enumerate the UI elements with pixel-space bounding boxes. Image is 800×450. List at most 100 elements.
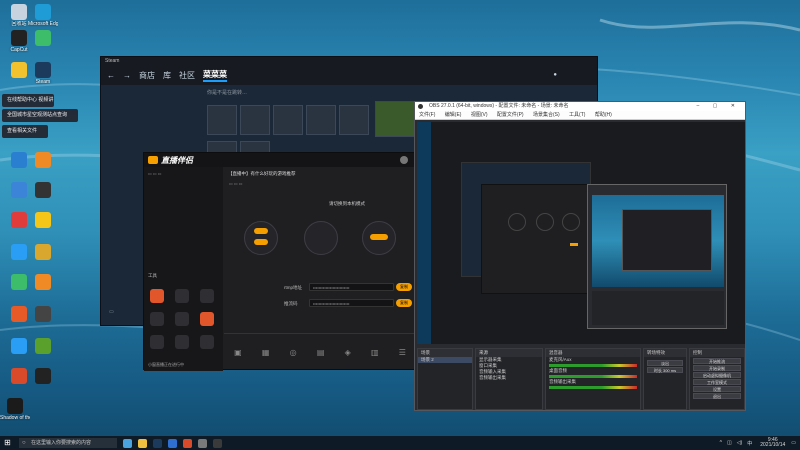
inventory-slot[interactable] xyxy=(240,105,270,135)
toolbar-icon[interactable]: ◈ xyxy=(345,348,351,357)
mixer-meter[interactable] xyxy=(549,386,637,389)
mixer-meter[interactable] xyxy=(549,364,637,367)
toolbar-icon[interactable]: ▣ xyxy=(234,348,242,357)
taskbar-app-icon[interactable] xyxy=(138,438,147,448)
inventory-slot[interactable] xyxy=(306,105,336,135)
steam-back-icon[interactable]: ← xyxy=(107,71,115,80)
menu-view[interactable]: 视图(V) xyxy=(471,112,488,118)
app-icon xyxy=(35,244,51,260)
menu-tools[interactable]: 工具(T) xyxy=(569,112,585,118)
tray-arrow-icon[interactable]: ^ xyxy=(720,440,722,446)
transition-duration[interactable]: 时长 300 ms xyxy=(647,367,683,373)
steam-tab-community[interactable]: 社区 xyxy=(179,70,195,81)
obs-window[interactable]: OBS 27.0.1 (64-bit, windows) - 配置文件: 未命名… xyxy=(414,101,746,411)
steam-forward-icon[interactable]: → xyxy=(123,71,131,80)
toolbar-icon[interactable]: ▦ xyxy=(262,348,270,357)
copy-key-button[interactable]: 复制 xyxy=(396,299,412,307)
start-streaming-button[interactable]: 开始推流 xyxy=(693,358,741,364)
obs-titlebar[interactable]: OBS 27.0.1 (64-bit, windows) - 配置文件: 未命名… xyxy=(415,102,745,111)
live-room-title[interactable]: 【直播中】有什么好玩的游戏推荐 xyxy=(228,171,408,177)
live-app-window[interactable]: 直播伴侣 ▭ ▭ ▭ 工具 小窗直播正在进行中 【直播中】有什么好玩的游戏推荐 … xyxy=(143,152,416,371)
tool-tile[interactable] xyxy=(200,289,214,303)
live-sidebar-tabs[interactable]: ▭ ▭ ▭ xyxy=(148,171,162,176)
live-app-header[interactable]: 直播伴侣 xyxy=(144,153,414,167)
toolbar-icon[interactable]: ◎ xyxy=(290,348,297,357)
clock[interactable]: 9:46 2021/10/14 xyxy=(760,438,785,448)
steam-tab-library[interactable]: 库 xyxy=(163,70,171,81)
app-icon xyxy=(35,368,51,384)
steam-tab-store[interactable]: 商店 xyxy=(139,70,155,81)
desktop-note-3[interactable]: 查看相关文件 xyxy=(2,125,48,138)
step-3-pill[interactable] xyxy=(370,234,388,240)
desktop-icon[interactable] xyxy=(28,152,58,169)
taskbar-app-icon[interactable] xyxy=(168,438,177,448)
tool-tile[interactable] xyxy=(175,289,189,303)
tool-tile[interactable] xyxy=(150,289,164,303)
menu-help[interactable]: 帮助(H) xyxy=(595,112,612,118)
menu-file[interactable]: 文件(F) xyxy=(419,112,435,118)
notification-icon[interactable]: ▭ xyxy=(791,440,796,446)
virtual-camera-button[interactable]: 启动虚拟摄像机 xyxy=(693,372,741,378)
transition-select[interactable]: 淡出 xyxy=(647,360,683,366)
steam-tab-user[interactable]: 菜菜菜 xyxy=(203,69,227,82)
taskbar-app-icon[interactable] xyxy=(213,438,222,448)
studio-mode-button[interactable]: 工作室模式 xyxy=(693,379,741,385)
mixer-meter[interactable] xyxy=(549,375,637,378)
desktop-icon[interactable]: Microsoft Edge xyxy=(28,4,58,27)
tool-tile[interactable] xyxy=(175,312,189,326)
step-1-pill[interactable] xyxy=(254,228,268,234)
taskbar-app-icon[interactable] xyxy=(123,438,132,448)
desktop-note-1[interactable]: 在线帮助中心 视频讲解 xyxy=(2,94,54,116)
copy-url-button[interactable]: 复制 xyxy=(396,283,412,291)
tool-tile[interactable] xyxy=(150,335,164,349)
obs-window-controls[interactable]: – ▢ ✕ xyxy=(697,102,741,111)
tool-tile[interactable] xyxy=(150,312,164,326)
volume-icon[interactable]: ◁) xyxy=(737,440,743,446)
tool-tile[interactable] xyxy=(175,335,189,349)
inventory-slot[interactable] xyxy=(207,105,237,135)
desktop-icon[interactable] xyxy=(28,338,58,355)
taskbar-app-icon[interactable] xyxy=(183,438,192,448)
taskbar-search[interactable]: ○ 在这里输入你要搜索的内容 xyxy=(19,438,117,448)
desktop-icon[interactable]: Steam xyxy=(28,62,58,85)
scene-item[interactable]: 场景 2 xyxy=(418,357,472,363)
desktop-icon[interactable] xyxy=(28,30,58,47)
desktop-icon[interactable] xyxy=(28,212,58,229)
desktop-icon[interactable] xyxy=(28,182,58,199)
exit-button[interactable]: 退出 xyxy=(693,393,741,399)
network-icon[interactable]: ◫ xyxy=(727,440,732,446)
toolbar-icon[interactable]: ▥ xyxy=(371,348,379,357)
desktop-icon[interactable] xyxy=(28,274,58,291)
menu-scene-collection[interactable]: 场景集合(S) xyxy=(533,112,560,118)
desktop-icon[interactable]: Shadow of the Tomb xyxy=(0,398,30,421)
mixer-channel: 音频输出采集 xyxy=(549,379,576,384)
taskbar-app-icon[interactable] xyxy=(153,438,162,448)
input-language[interactable]: 中 xyxy=(747,440,752,447)
source-item[interactable]: 音频输出采集 xyxy=(476,375,542,381)
stream-url-field[interactable]: •••••••••••••••••••••••••• xyxy=(309,283,394,291)
menu-profile[interactable]: 配置文件(P) xyxy=(497,112,524,118)
steam-titlebar[interactable]: Steam xyxy=(101,57,597,65)
settings-button[interactable]: 设置 xyxy=(693,386,741,392)
tool-tile[interactable] xyxy=(200,312,214,326)
desktop-icon[interactable] xyxy=(28,368,58,385)
inventory-slot[interactable] xyxy=(339,105,369,135)
start-recording-button[interactable]: 开始录制 xyxy=(693,365,741,371)
taskbar-app-icon[interactable] xyxy=(198,438,207,448)
desktop-icon[interactable] xyxy=(28,244,58,261)
steam-avatar[interactable]: ● xyxy=(553,72,557,78)
desktop-icon[interactable] xyxy=(28,306,58,323)
steam-status: ▭ xyxy=(109,309,114,315)
stream-url-label: rtmp地址 xyxy=(284,285,302,290)
stream-key-field[interactable]: •••••••••••••••••••••••••• xyxy=(309,299,394,307)
live-user-avatar[interactable] xyxy=(400,156,408,164)
start-icon[interactable]: ⊞ xyxy=(4,439,11,447)
tool-tile[interactable] xyxy=(200,335,214,349)
toolbar-icon[interactable]: ☰ xyxy=(399,348,406,357)
desktop-note-2[interactable]: 全国城市星空观测站点查询 xyxy=(2,109,78,122)
obs-preview[interactable] xyxy=(417,122,745,344)
step-1-pill-b[interactable] xyxy=(254,239,268,245)
menu-edit[interactable]: 编辑(E) xyxy=(445,112,462,118)
toolbar-icon[interactable]: ▤ xyxy=(317,348,325,357)
inventory-slot[interactable] xyxy=(273,105,303,135)
